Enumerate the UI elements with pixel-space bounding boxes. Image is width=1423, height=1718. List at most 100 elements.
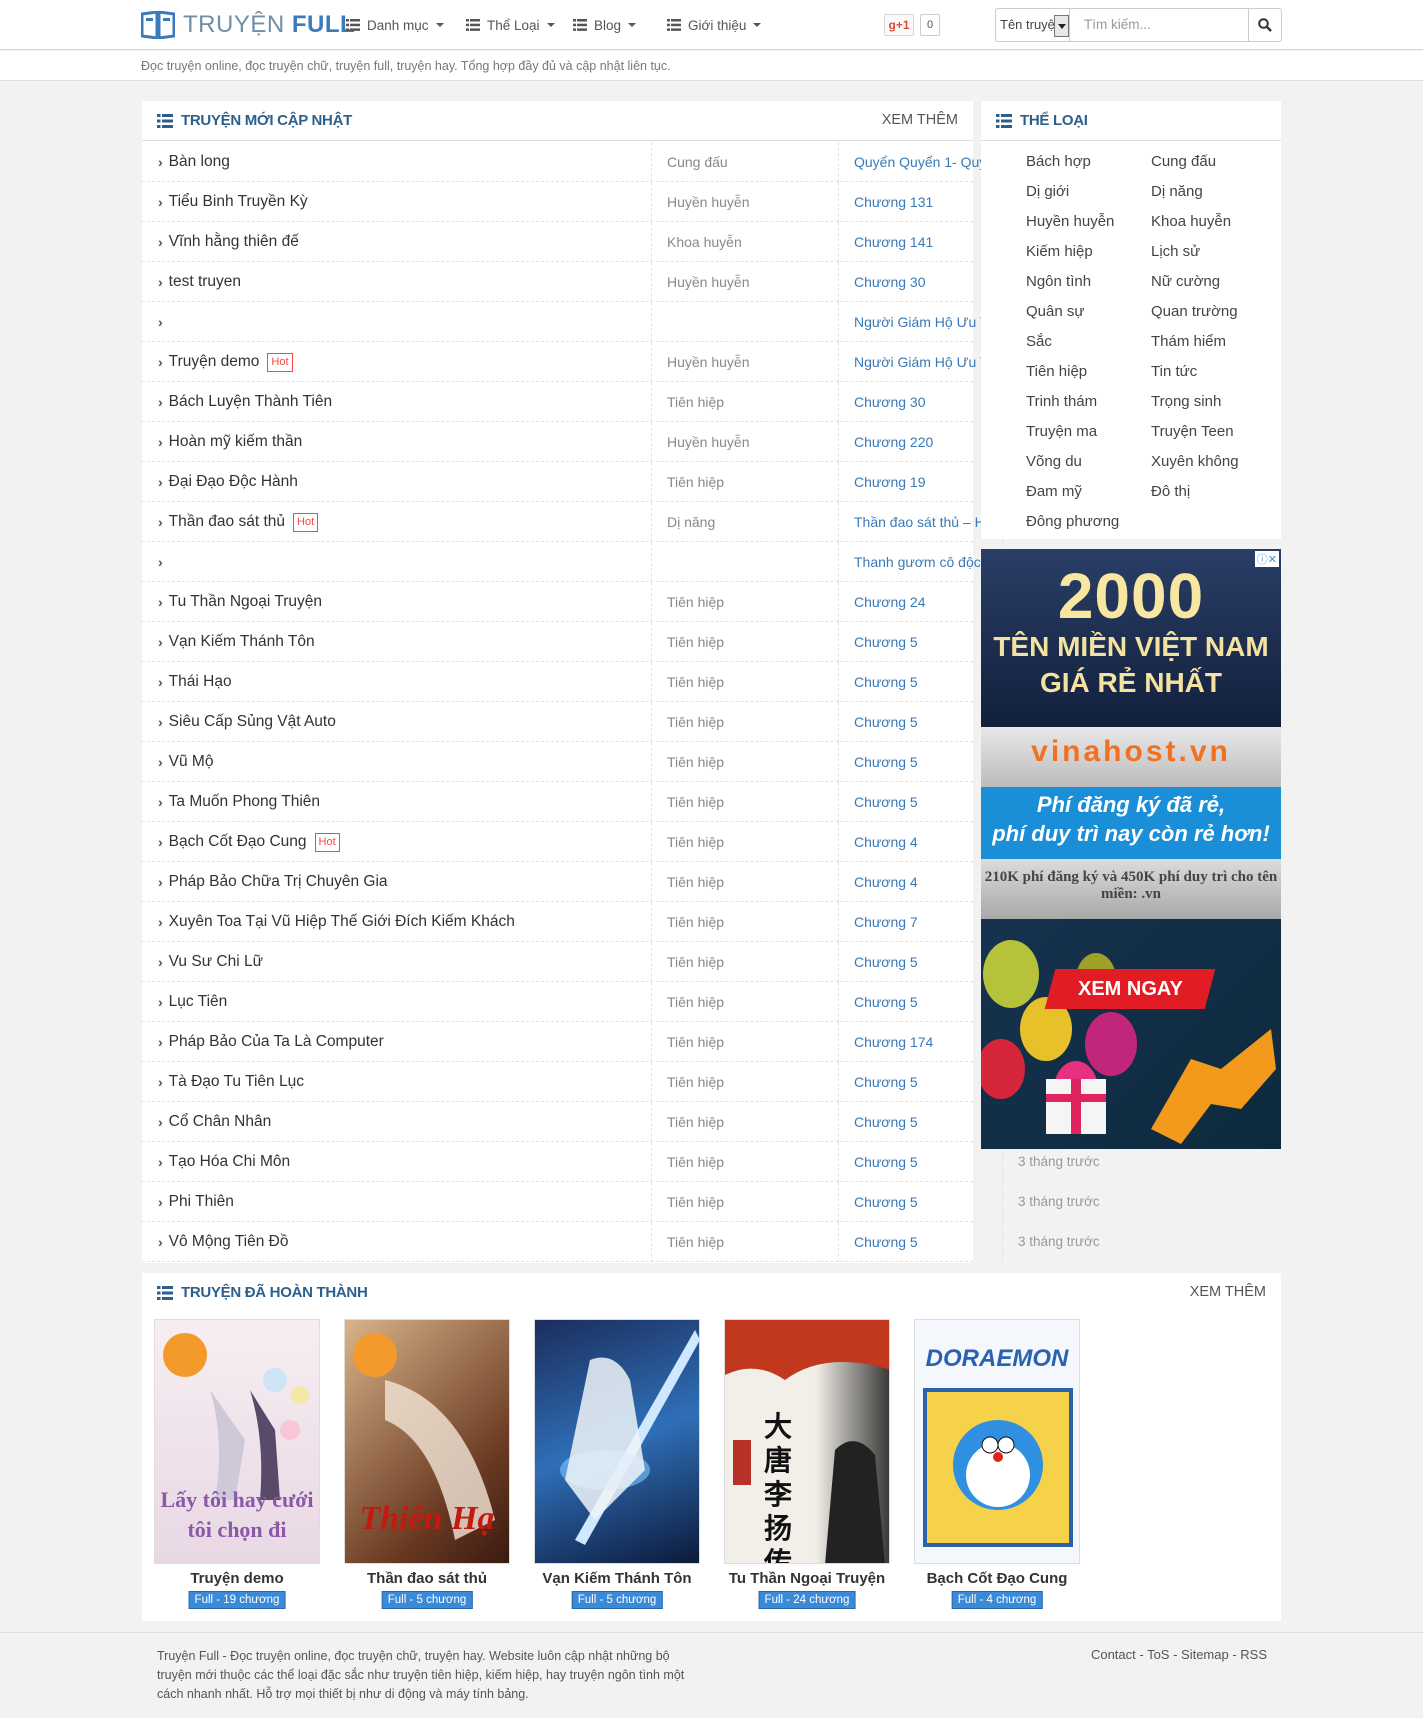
- story-chapter-link[interactable]: Chương 5: [838, 782, 1002, 822]
- story-chapter-link[interactable]: Chương 5: [838, 982, 1002, 1022]
- story-chapter-link[interactable]: Chương 174: [838, 1022, 1002, 1062]
- gplus-button[interactable]: g+1: [884, 14, 914, 36]
- story-name-cell[interactable]: › Bạch Cốt Đạo Cung Hot: [158, 822, 648, 862]
- book-title[interactable]: Tu Thần Ngoại Truyện: [714, 1570, 900, 1587]
- story-name-cell[interactable]: › Vạn Kiếm Thánh Tôn: [158, 622, 648, 662]
- story-chapter-link[interactable]: Chương 4: [838, 822, 1002, 862]
- genre-link[interactable]: Tiên hiệp: [1026, 363, 1087, 380]
- story-genre[interactable]: Tiên hiệp: [651, 1222, 837, 1262]
- genre-link[interactable]: Kiếm hiệp: [1026, 243, 1093, 260]
- story-genre[interactable]: Dị năng: [651, 502, 837, 542]
- story-genre[interactable]: Tiên hiệp: [651, 382, 837, 422]
- story-genre[interactable]: Tiên hiệp: [651, 1022, 837, 1062]
- table-row[interactable]: › Pháp Bảo Của Ta Là Computer Tiên hiệp Chư…: [142, 1022, 1100, 1062]
- table-row[interactable]: ›Lục TiênTiên hiệpChương 53 tháng trước: [142, 982, 1100, 1022]
- story-name-cell[interactable]: › Lục Tiên: [158, 982, 648, 1022]
- story-name[interactable]: test truyen: [169, 262, 241, 302]
- footer-links[interactable]: Contact - ToS - Sitemap - RSS: [1091, 1647, 1267, 1662]
- story-name-cell[interactable]: › Siêu Cấp Sủng Vật Auto: [158, 702, 648, 742]
- story-genre[interactable]: Tiên hiệp: [651, 582, 837, 622]
- story-name[interactable]: Pháp Bảo Của Ta Là Computer: [169, 1022, 384, 1062]
- story-genre[interactable]: Tiên hiệp: [651, 1182, 837, 1222]
- story-chapter-link[interactable]: Chương 5: [838, 1062, 1002, 1102]
- search-input[interactable]: Tìm kiếm...: [1069, 8, 1249, 42]
- table-row[interactable]: ›Vu Sư Chi LữTiên hiệpChương 53 tháng tr…: [142, 942, 1100, 982]
- genre-link[interactable]: Tin tức: [1151, 363, 1197, 380]
- genre-link[interactable]: Xuyên không: [1151, 453, 1239, 470]
- book-title[interactable]: Bạch Cốt Đạo Cung: [904, 1570, 1090, 1587]
- story-chapter-link[interactable]: Người Giám Hộ Ưu T...: [838, 302, 1002, 342]
- table-row[interactable]: › Phi Thiên Tiên hiệp Chương 53 tháng trước: [142, 1182, 1100, 1222]
- story-genre[interactable]: Huyền huyễn: [651, 342, 837, 382]
- completed-see-more-link[interactable]: XEM THÊM: [1190, 1284, 1266, 1300]
- story-genre[interactable]: Cung đấu: [651, 142, 837, 182]
- story-name[interactable]: Tạo Hóa Chi Môn: [169, 1142, 290, 1182]
- story-chapter-link[interactable]: Chương 5: [838, 662, 1002, 702]
- story-name[interactable]: Vĩnh hằng thiên đế: [169, 222, 299, 262]
- story-genre[interactable]: Khoa huyễn: [651, 222, 837, 262]
- story-genre[interactable]: Tiên hiệp: [651, 622, 837, 662]
- genre-link[interactable]: Lịch sử: [1151, 243, 1200, 260]
- story-chapter-link[interactable]: Chương 5: [838, 622, 1002, 662]
- book-cover[interactable]: 大唐李扬传: [724, 1319, 890, 1564]
- story-name-cell[interactable]: › Phi Thiên: [158, 1182, 648, 1222]
- latest-see-more-link[interactable]: XEM THÊM: [882, 112, 958, 128]
- story-name[interactable]: Thần đao sát thủ: [169, 502, 285, 542]
- story-name[interactable]: Vô Mộng Tiên Đồ: [169, 1222, 289, 1262]
- table-row[interactable]: › Pháp Bảo Chữa Trị Chuyên Gia Tiên hiệp Ch…: [142, 862, 1100, 902]
- story-genre[interactable]: Tiên hiệp: [651, 942, 837, 982]
- story-chapter-link[interactable]: Chương 5: [838, 742, 1002, 782]
- story-genre[interactable]: Tiên hiệp: [651, 902, 837, 942]
- book-cover[interactable]: [534, 1319, 700, 1564]
- story-chapter-link[interactable]: Người Giám Hộ Ưu T...: [838, 342, 1002, 382]
- story-name-cell[interactable]: › Truyện demo Hot: [158, 342, 648, 382]
- table-row[interactable]: ›Bàn longCung đấuQuyển Quyển 1- Quy...2 …: [142, 142, 1092, 182]
- story-name[interactable]: Tu Thần Ngoại Truyện: [169, 582, 322, 622]
- book-cover[interactable]: DORAEMON: [914, 1319, 1080, 1564]
- story-genre[interactable]: Huyền huyễn: [651, 182, 837, 222]
- story-name-cell[interactable]: › Thái Hạo: [158, 662, 648, 702]
- table-row[interactable]: ›Vĩnh hằng thiên đếKhoa huyễnChương 1411…: [142, 222, 1100, 262]
- story-genre[interactable]: Tiên hiệp: [651, 782, 837, 822]
- book-cover[interactable]: Lấy tôi hay cưới tôi chọn đi: [154, 1319, 320, 1564]
- story-name-cell[interactable]: › Hoàn mỹ kiếm thần: [158, 422, 648, 462]
- story-genre[interactable]: [651, 542, 837, 582]
- story-name[interactable]: Đại Đạo Độc Hành: [169, 462, 298, 502]
- table-row[interactable]: ›Thái HạoTiên hiệpChương 53 tháng trước: [142, 662, 1100, 702]
- genre-link[interactable]: Truyện Teen: [1151, 423, 1234, 440]
- story-name[interactable]: Siêu Cấp Sủng Vật Auto: [169, 702, 336, 742]
- genre-link[interactable]: Đam mỹ: [1026, 483, 1082, 500]
- story-name[interactable]: Vu Sư Chi Lữ: [169, 942, 263, 982]
- genre-link[interactable]: Thám hiểm: [1151, 333, 1226, 350]
- nav-blog[interactable]: Blog: [573, 16, 637, 34]
- story-chapter-link[interactable]: Chương 5: [838, 942, 1002, 982]
- genre-link[interactable]: Đông phương: [1026, 513, 1119, 530]
- table-row[interactable]: ›Tà Đạo Tu Tiên LụcTiên hiệpChương 53 th…: [142, 1062, 1100, 1102]
- story-name[interactable]: Phi Thiên: [169, 1182, 234, 1222]
- genre-link[interactable]: Huyền huyễn: [1026, 213, 1114, 230]
- story-chapter-link[interactable]: Quyển Quyển 1- Quy...: [838, 142, 1002, 182]
- story-name-cell[interactable]: › Tà Đạo Tu Tiên Lục: [158, 1062, 648, 1102]
- table-row[interactable]: › Bách Luyện Thành Tiên Tiên hiệp Chương 30…: [142, 382, 1100, 422]
- genre-link[interactable]: Ngôn tình: [1026, 273, 1091, 290]
- story-genre[interactable]: Huyền huyễn: [651, 262, 837, 302]
- story-genre[interactable]: Tiên hiệp: [651, 862, 837, 902]
- book-title[interactable]: Vạn Kiếm Thánh Tôn: [524, 1570, 710, 1587]
- story-name[interactable]: Bách Luyện Thành Tiên: [169, 382, 332, 422]
- table-row[interactable]: › Xuyên Toa Tại Vũ Hiệp Thế Giới Đích Kiế…: [142, 902, 1100, 942]
- table-row[interactable]: › Tiểu Binh Truyền Kỳ Huyền huyễn Chương 13…: [142, 182, 1100, 222]
- genre-link[interactable]: Truyện ma: [1026, 423, 1097, 440]
- story-name-cell[interactable]: ›: [158, 302, 648, 342]
- genre-link[interactable]: Cung đấu: [1151, 153, 1216, 170]
- table-row[interactable]: ›Đại Đạo Độc HànhTiên hiệpChương 192 thá…: [142, 462, 1100, 502]
- genre-link[interactable]: Nữ cường: [1151, 273, 1220, 290]
- story-name[interactable]: Pháp Bảo Chữa Trị Chuyên Gia: [169, 862, 388, 902]
- table-row[interactable]: ›Vạn Kiếm Thánh TônTiên hiệpChương 53 th…: [142, 622, 1100, 662]
- table-row[interactable]: ›Tu Thần Ngoại TruyệnTiên hiệpChương 243…: [142, 582, 1100, 622]
- story-name-cell[interactable]: › Thần đao sát thủ Hot: [158, 502, 648, 542]
- genre-link[interactable]: Võng du: [1026, 453, 1082, 470]
- story-chapter-link[interactable]: Chương 5: [838, 702, 1002, 742]
- ad-close-icon[interactable]: ⓘ✕: [1254, 551, 1279, 567]
- story-name-cell[interactable]: › Bàn long: [158, 142, 648, 182]
- story-chapter-link[interactable]: Chương 5: [838, 1142, 1002, 1182]
